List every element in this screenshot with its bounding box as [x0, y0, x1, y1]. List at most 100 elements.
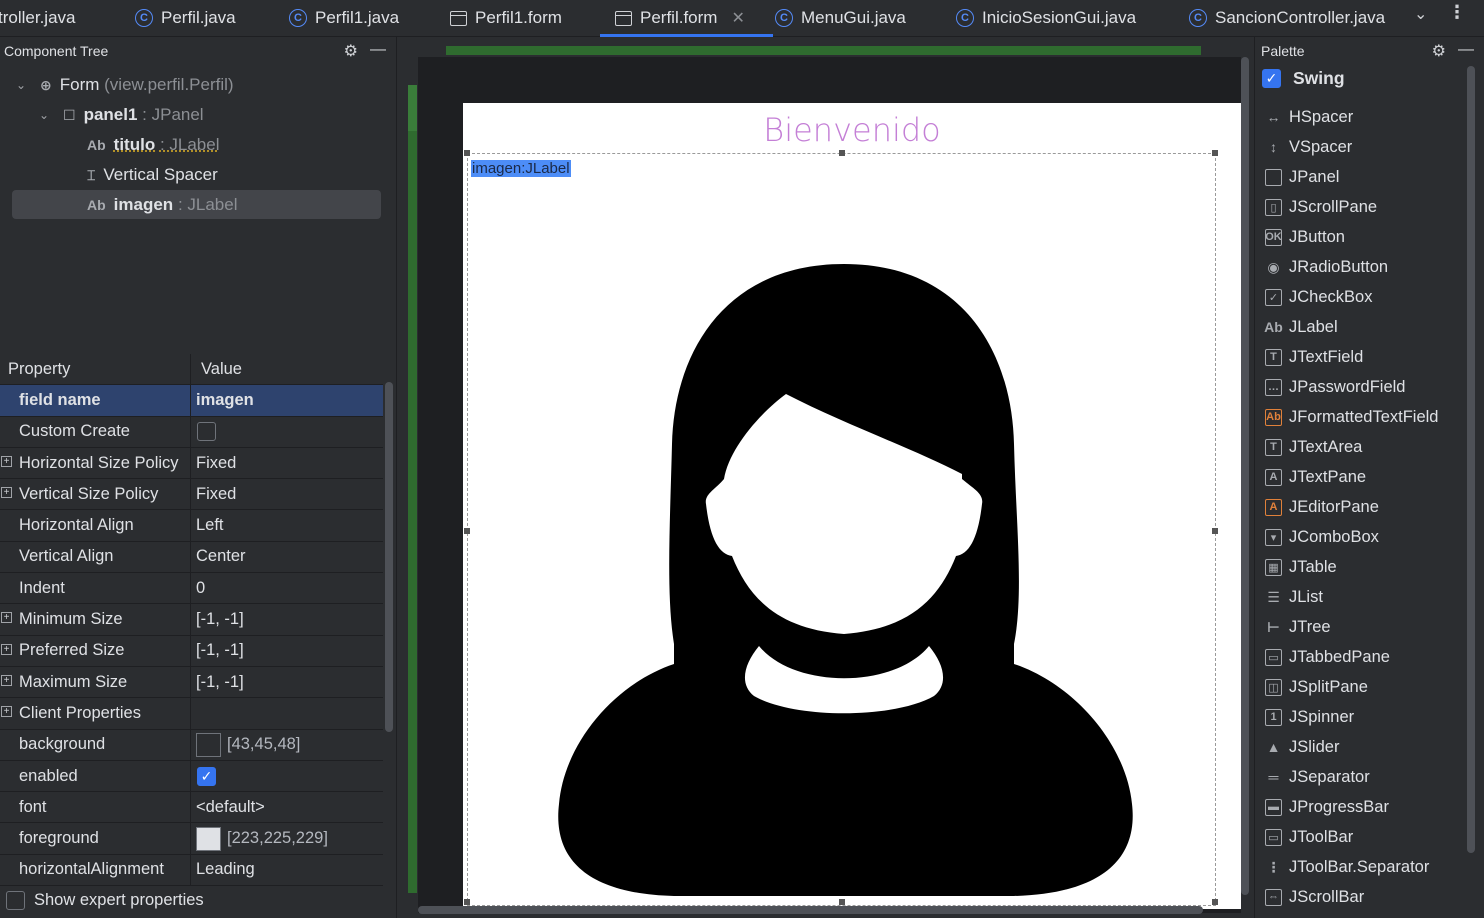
palette-item-jcombobox[interactable]: ▾ JComboBox — [1265, 522, 1379, 552]
show-expert-properties[interactable]: Show expert properties — [5, 891, 204, 910]
tab-menugui-java[interactable]: C MenuGui.java — [775, 0, 906, 36]
property-row[interactable]: enabled ✓ — [0, 760, 383, 793]
property-row[interactable]: + Horizontal Size Policy Fixed — [0, 447, 383, 480]
palette-item-jtabbedpane[interactable]: ▭ JTabbedPane — [1265, 642, 1390, 672]
tab-perfil-form[interactable]: Perfil.form ✕ — [600, 0, 773, 37]
palette-item-jtoolbar[interactable]: ▭ JToolBar — [1265, 822, 1353, 852]
palette-item-jpanel[interactable]: JPanel — [1265, 162, 1339, 192]
form-preview[interactable]: Bienvenido imagen:JLabel — [463, 103, 1241, 909]
palette-item-jtree[interactable]: ⊢ JTree — [1265, 612, 1330, 642]
expand-icon[interactable]: + — [1, 612, 12, 624]
property-value[interactable]: Left — [191, 510, 383, 540]
resize-handle[interactable] — [1212, 899, 1218, 905]
property-row[interactable]: Vertical Align Center — [0, 541, 383, 574]
titulo-label[interactable]: Bienvenido — [463, 111, 1241, 149]
property-value[interactable]: [-1, -1] — [191, 636, 383, 666]
palette-item-jscrollbar[interactable]: ⇔ JScrollBar — [1265, 882, 1364, 912]
tree-item-panel1[interactable]: ⌄ ☐ panel1 : JPanel — [39, 101, 204, 129]
resize-handle[interactable] — [1212, 150, 1218, 156]
property-row[interactable]: foreground [223,225,229] — [0, 823, 383, 855]
property-value[interactable]: [-1, -1] — [191, 667, 383, 697]
property-value[interactable]: Fixed — [191, 448, 383, 478]
property-value[interactable]: Leading — [191, 855, 383, 885]
palette-item-jtextpane[interactable]: A JTextPane — [1265, 462, 1366, 492]
tree-item-titulo[interactable]: Ab titulo : JLabel — [87, 131, 220, 159]
expand-icon[interactable]: + — [1, 674, 12, 686]
tab-perfil1-java[interactable]: C Perfil1.java — [289, 0, 399, 36]
palette-item-jseparator[interactable]: ═ JSeparator — [1265, 762, 1370, 792]
close-tab-icon[interactable]: ✕ — [731, 8, 744, 28]
color-swatch[interactable] — [196, 732, 221, 757]
property-row[interactable]: Horizontal Align Left — [0, 510, 383, 542]
resize-handle[interactable] — [1212, 528, 1218, 534]
checkbox[interactable] — [6, 891, 25, 910]
chevron-down-icon[interactable]: ⌄ — [39, 108, 55, 122]
property-value[interactable]: Center — [191, 542, 383, 572]
palette-item-jtextarea[interactable]: T JTextArea — [1265, 432, 1362, 462]
tab-iniciosesiongui-java[interactable]: C InicioSesionGui.java — [956, 0, 1136, 36]
chevron-down-icon[interactable]: ⌄ — [1414, 4, 1427, 24]
palette-item-jprogressbar[interactable]: ▬ JProgressBar — [1265, 792, 1389, 822]
property-row[interactable]: Indent 0 — [0, 573, 383, 605]
palette-group-swing[interactable]: ✓ Swing — [1261, 68, 1345, 89]
gear-icon[interactable]: ⚙ — [1432, 41, 1446, 61]
expand-icon[interactable]: + — [1, 487, 12, 499]
property-value[interactable] — [191, 417, 383, 447]
minimize-icon[interactable]: — — [1458, 41, 1474, 61]
palette-item-jtextfield[interactable]: T JTextField — [1265, 342, 1363, 372]
property-value[interactable]: 0 — [191, 573, 383, 603]
palette-item-jpasswordfield[interactable]: … JPasswordField — [1265, 372, 1405, 402]
minimize-icon[interactable]: — — [370, 41, 386, 61]
resize-handle[interactable] — [464, 899, 470, 905]
property-row[interactable]: horizontalAlignment Leading — [0, 854, 383, 887]
resize-handle[interactable] — [464, 150, 470, 156]
property-value[interactable] — [191, 698, 383, 728]
scrollbar[interactable] — [385, 382, 393, 732]
chevron-down-icon[interactable]: ⌄ — [16, 78, 32, 92]
resize-handle[interactable] — [839, 150, 845, 156]
palette-item-jspinner[interactable]: 1 JSpinner — [1265, 702, 1354, 732]
property-row[interactable]: + Maximum Size [-1, -1] — [0, 666, 383, 699]
property-value[interactable]: imagen — [191, 385, 383, 415]
property-value[interactable]: [-1, -1] — [191, 604, 383, 634]
palette-item-jtable[interactable]: ▦ JTable — [1265, 552, 1337, 582]
property-value[interactable]: [43,45,48] — [191, 730, 383, 760]
checkbox[interactable]: ✓ — [197, 766, 216, 786]
property-row[interactable]: font <default> — [0, 792, 383, 824]
tree-item-form[interactable]: ⌄ ⊕ Form (view.perfil.Perfil) — [16, 71, 234, 99]
tree-item-vertical-spacer[interactable]: ⌶ Vertical Spacer — [87, 161, 218, 189]
palette-item-jlist[interactable]: ☰ JList — [1265, 582, 1323, 612]
resize-handle[interactable] — [839, 899, 845, 905]
palette-item-jradiobutton[interactable]: ◉ JRadioButton — [1265, 252, 1388, 282]
palette-item-jsplitpane[interactable]: ◫ JSplitPane — [1265, 672, 1368, 702]
imagen-component[interactable]: imagen:JLabel — [464, 150, 1218, 906]
property-row[interactable]: + Preferred Size [-1, -1] — [0, 635, 383, 667]
expand-icon[interactable]: + — [1, 706, 12, 718]
checkbox[interactable]: ✓ — [1262, 69, 1281, 88]
property-value[interactable]: Fixed — [191, 479, 383, 509]
palette-item-jlabel[interactable]: Ab JLabel — [1264, 312, 1337, 342]
tab-perfil1-form[interactable]: Perfil1.form — [450, 0, 562, 36]
expand-icon[interactable]: + — [1, 455, 12, 467]
palette-item-vspacer[interactable]: ↕ VSpacer — [1265, 132, 1352, 162]
scrollbar[interactable] — [418, 906, 1203, 914]
property-row[interactable]: background [43,45,48] — [0, 729, 383, 761]
tree-item-imagen[interactable]: Ab imagen : JLabel — [87, 191, 237, 219]
property-value[interactable]: [223,225,229] — [191, 823, 383, 853]
palette-item-jslider[interactable]: ▲ JSlider — [1265, 732, 1340, 762]
palette-item-jscrollpane[interactable]: ▯ JScrollPane — [1265, 192, 1377, 222]
property-value[interactable]: ✓ — [191, 761, 383, 791]
scrollbar[interactable] — [1467, 66, 1475, 853]
tab-sancioncontroller-java[interactable]: C SancionController.java — [1189, 0, 1385, 36]
expand-icon[interactable]: + — [1, 643, 12, 655]
property-row[interactable]: + Minimum Size [-1, -1] — [0, 604, 383, 636]
tab-troller-java[interactable]: troller.java — [0, 0, 75, 36]
property-row[interactable]: field name imagen — [0, 385, 383, 417]
palette-item-jcheckbox[interactable]: ✓ JCheckBox — [1265, 282, 1372, 312]
checkbox[interactable] — [197, 422, 216, 442]
color-swatch[interactable] — [196, 826, 221, 851]
property-row[interactable]: + Client Properties — [0, 698, 383, 730]
more-vertical-icon[interactable]: ⋮ — [1448, 2, 1466, 23]
property-row[interactable]: + Vertical Size Policy Fixed — [0, 479, 383, 511]
tab-perfil-java[interactable]: C Perfil.java — [135, 0, 236, 36]
